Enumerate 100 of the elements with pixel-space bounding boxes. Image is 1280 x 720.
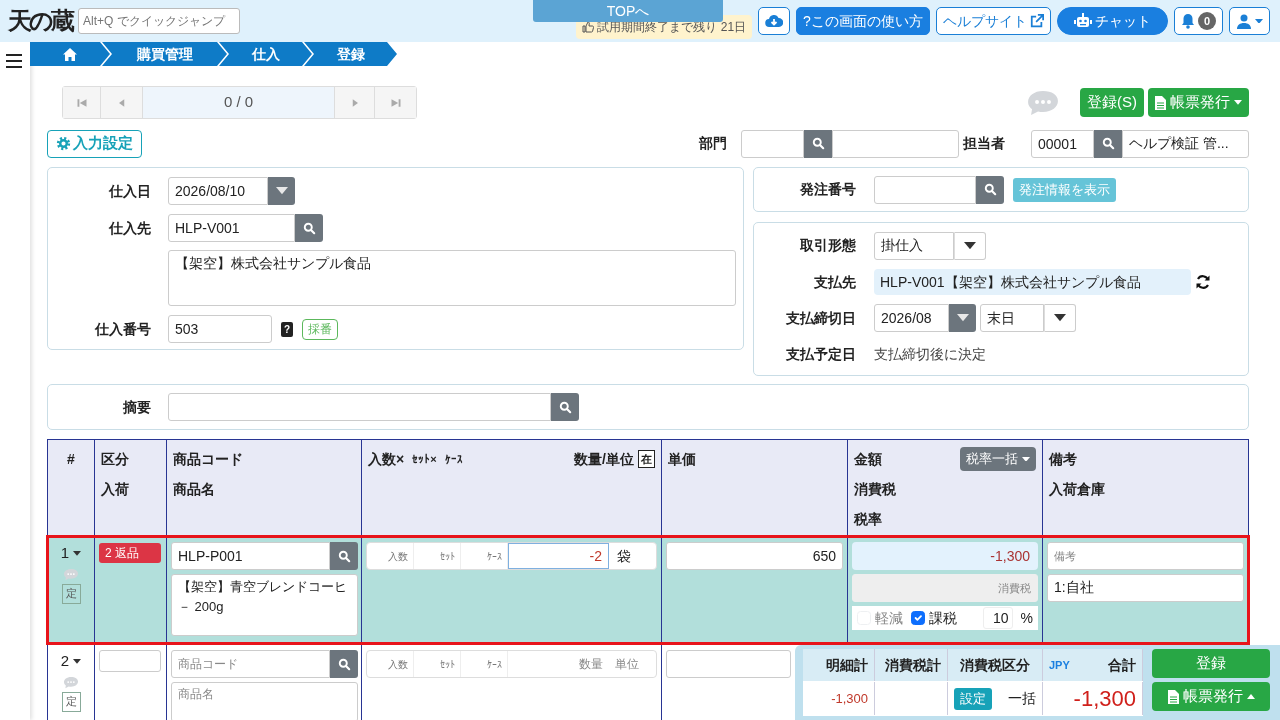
search-button[interactable] [804,129,832,158]
field-label: 支払締切日 [785,308,856,328]
chat-bubble-icon [1026,88,1060,117]
column-header: ｾｯﾄ× [412,452,437,467]
column-header: 入荷 [101,480,130,499]
column-header: 消費税 [854,480,897,499]
memo-field[interactable] [168,393,551,421]
product-name-field[interactable]: 【架空】青空ブレンドコーヒ－ 200g [171,574,358,636]
dropdown-button[interactable] [1044,304,1076,332]
tax-rate-field[interactable]: 10 [982,607,1013,629]
column-header: 税率 [854,510,883,529]
tax-field[interactable]: 消費税 [852,574,1038,602]
warehouse-field[interactable]: 1:自社 [1047,574,1244,602]
column-header: 単価 [668,450,697,469]
caret-icon [964,241,976,250]
supplier-code-field[interactable]: HLP-V001 [168,214,295,242]
column-header: 金額 [854,450,882,469]
field-label: 仕入日 [108,181,151,201]
dropdown-button[interactable] [954,231,986,260]
cloud-download-icon [765,14,784,28]
search-icon [337,549,351,563]
chat-button[interactable]: チャット [1056,7,1168,35]
subtotal-value: -1,300 [831,689,868,708]
caret-icon [275,187,288,195]
notifications-button[interactable]: 0 [1173,7,1223,35]
field-label: 支払先 [813,272,856,292]
field-label: 仕入先 [108,218,151,238]
total-value: -1,300 [1073,685,1136,713]
search-button[interactable] [1094,129,1122,158]
amount-field: -1,300 [852,542,1038,570]
product-code-field[interactable]: 商品コード [171,650,330,678]
tax-rate-bulk-button[interactable]: 税率一括 [960,447,1036,471]
tax-mode-text: 一括 [1008,689,1036,708]
count-badge: 0 [1197,11,1216,31]
department-code-field[interactable] [741,129,804,158]
column-header: 数量/単位 [574,450,634,469]
unit-price-field[interactable] [666,650,791,678]
search-button[interactable] [295,214,323,242]
cutoff-month-field[interactable]: 2026/08 [874,304,949,332]
column-header: 入荷倉庫 [1049,480,1106,499]
department-name-field[interactable] [832,129,959,158]
refresh-icon[interactable] [1195,274,1211,290]
search-button[interactable] [330,542,358,570]
staff-code-field[interactable]: 00001 [1031,129,1094,158]
skip-start-icon [75,96,88,109]
column-header: # [66,450,76,469]
help-site-button[interactable]: ヘルプサイト [935,7,1051,35]
search-button[interactable] [330,650,358,678]
caret-icon [956,314,969,322]
breadcrumb-home[interactable] [30,42,110,66]
quantity-entry-group[interactable]: 入数 ｾｯﾄ ｹｰｽ 数量 単位 [366,650,657,678]
breadcrumb-item[interactable]: 登録 [304,42,397,66]
skip-end-icon [389,96,402,109]
breadcrumb-item[interactable]: 仕入 [219,42,312,66]
gear-icon [56,136,71,151]
column-header: 商品コード [173,450,244,469]
download-button[interactable] [758,7,791,35]
order-number-field[interactable] [874,175,976,204]
category-field[interactable] [99,650,161,672]
search-icon [558,400,572,414]
caret-icon [1255,18,1263,24]
field-label: 仕入番号 [94,319,151,339]
search-icon [811,137,825,150]
search-icon [337,657,351,671]
column-header: ｹｰｽ [444,452,463,467]
logo[interactable]: 天の蔵 [8,3,72,39]
purchase-number-field[interactable]: 503 [168,315,272,343]
column-header: 消費税区分 [960,655,1030,675]
field-label: 部門 [699,134,727,153]
checkbox[interactable] [911,611,925,625]
date-field[interactable]: 2026/08/10 [168,177,268,205]
page-indicator: 0 / 0 [143,87,335,118]
home-icon [63,47,77,61]
unit-price-field[interactable]: 650 [666,542,843,570]
stock-toggle[interactable]: 在 [638,450,655,468]
breadcrumb-item[interactable]: 購買管理 [102,42,227,66]
column-header: 合計 [1108,655,1136,675]
fixed-button[interactable]: 定 [61,583,81,604]
quantity-entry-group[interactable]: 入数 ｾｯﾄ ｹｰｽ -2 袋 [366,542,657,570]
user-menu-button[interactable] [1229,7,1270,35]
percent-sign: % [1020,608,1033,628]
fixed-button[interactable]: 定 [61,691,81,712]
quick-jump-field[interactable]: Alt+Q でクイックジャンプ [78,8,240,34]
cutoff-day-select[interactable]: 末日 [980,304,1044,332]
quantity-field[interactable]: -2 [508,543,609,569]
search-button[interactable] [551,393,579,421]
row-number: 2 [60,651,70,671]
help-button[interactable]: ?この画面の使い方 [796,7,930,35]
column-header: 消費税計 [885,655,941,675]
help-badge[interactable]: ? [281,321,294,337]
user-icon [1236,13,1252,29]
remarks-field[interactable]: 備考 [1047,542,1244,570]
column-header: 明細計 [826,655,868,675]
trade-type-select[interactable]: 掛仕入 [874,231,954,260]
product-code-field[interactable]: HLP-P001 [171,542,330,570]
product-name-field[interactable]: 商品名 [171,682,358,720]
search-button[interactable] [976,175,1004,204]
due-date-text: 支払締切後に決定 [874,344,986,364]
supplier-name-field[interactable]: 【架空】株式会社サンプル食品 [168,250,736,306]
menu-icon[interactable] [6,54,22,69]
